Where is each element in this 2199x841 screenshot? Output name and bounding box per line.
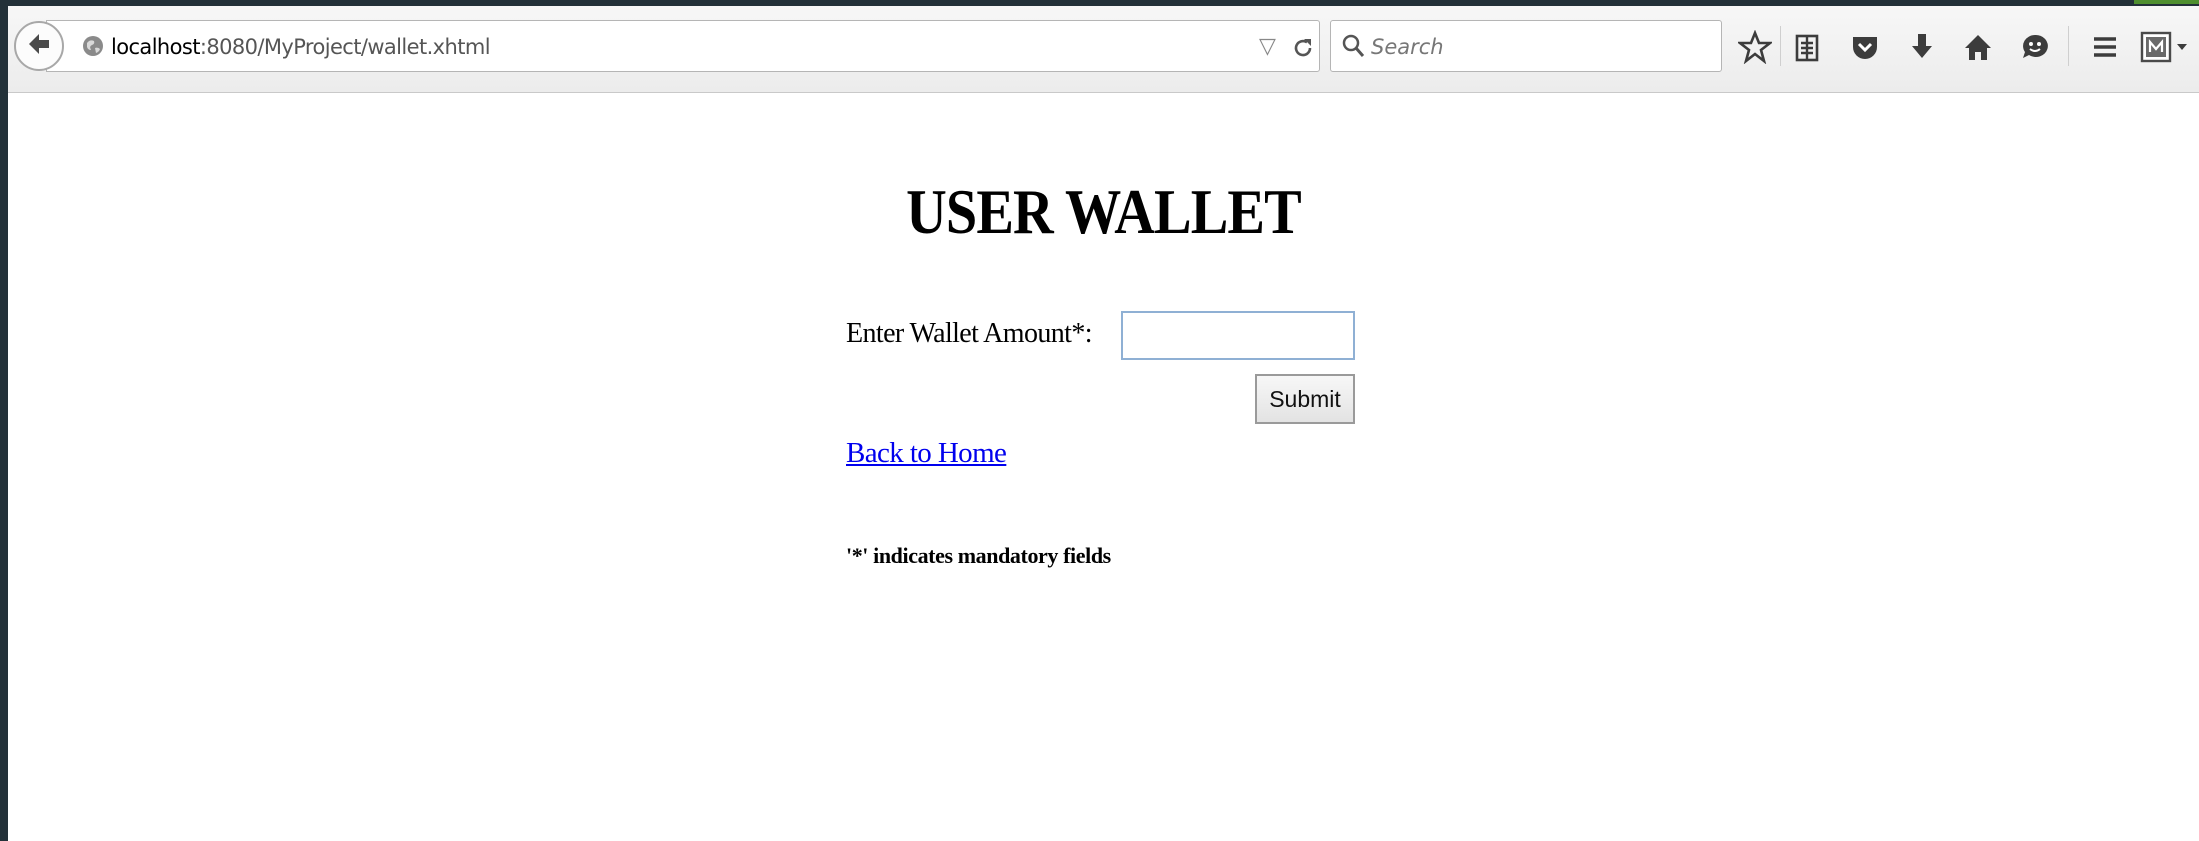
submit-button[interactable]: Submit xyxy=(1255,374,1355,424)
wallet-amount-input[interactable] xyxy=(1121,311,1355,360)
history-dropdown-icon[interactable]: ▽ xyxy=(1259,33,1276,59)
search-placeholder: Search xyxy=(1371,35,1444,59)
back-arrow-icon xyxy=(26,31,52,62)
url-text: localhost:8080/MyProject/wallet.xhtml xyxy=(111,35,491,59)
page-title: USER WALLET xyxy=(906,176,1302,247)
url-bar[interactable]: localhost:8080/MyProject/wallet.xhtml ▽ xyxy=(46,20,1320,72)
extension-icon[interactable] xyxy=(2139,30,2187,64)
reading-list-icon[interactable] xyxy=(1790,30,1824,64)
toolbar-separator xyxy=(2068,26,2069,66)
hello-icon[interactable] xyxy=(2018,30,2052,64)
wallet-amount-label: Enter Wallet Amount*: xyxy=(846,318,1093,349)
menu-icon[interactable] xyxy=(2088,30,2122,64)
back-button[interactable] xyxy=(14,21,64,71)
back-to-home-link[interactable]: Back to Home xyxy=(846,437,1007,470)
url-host: localhost xyxy=(111,35,200,59)
window-accent xyxy=(2134,0,2199,4)
page-content: USER WALLET Enter Wallet Amount*: Submit… xyxy=(8,93,2199,841)
reload-icon[interactable] xyxy=(1291,36,1315,65)
toolbar-separator xyxy=(1780,26,1781,66)
download-icon[interactable] xyxy=(1905,30,1939,64)
mandatory-fields-note: '*' indicates mandatory fields xyxy=(846,543,1111,568)
url-path: :8080/MyProject/wallet.xhtml xyxy=(199,35,491,59)
navigation-toolbar: localhost:8080/MyProject/wallet.xhtml ▽ … xyxy=(8,6,2199,93)
home-icon[interactable] xyxy=(1961,30,1995,64)
globe-icon xyxy=(81,34,105,63)
bookmark-star-icon[interactable] xyxy=(1736,29,1774,65)
pocket-icon[interactable] xyxy=(1848,30,1882,64)
search-bar[interactable]: Search xyxy=(1330,20,1722,72)
search-icon xyxy=(1341,33,1365,64)
